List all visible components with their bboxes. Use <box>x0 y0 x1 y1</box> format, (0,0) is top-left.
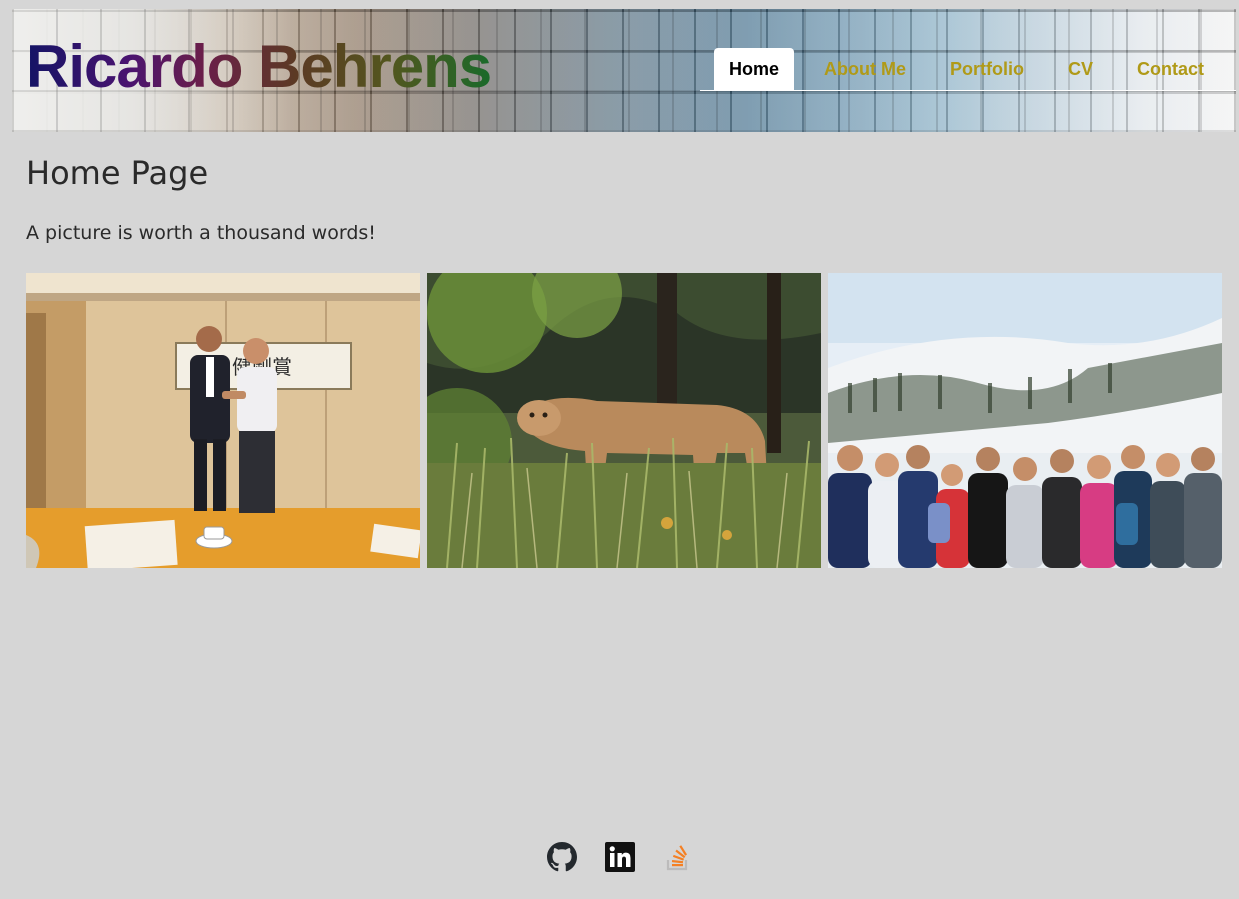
github-icon[interactable] <box>546 841 577 873</box>
ski-group-photo-image <box>828 273 1222 568</box>
mountain-lion-photo-image <box>427 273 821 568</box>
stackoverflow-icon[interactable] <box>663 841 693 873</box>
social-footer <box>0 841 1239 875</box>
handshake-photo-image: 健剛賞 <box>26 273 420 568</box>
header-banner: Ricardo Behrens Home About Me Portfolio … <box>12 9 1236 132</box>
nav-home[interactable]: Home <box>714 48 795 90</box>
gallery-photo-handshake[interactable]: 健剛賞 <box>26 273 420 568</box>
linkedin-icon[interactable] <box>604 841 635 873</box>
gallery-photo-ski-group[interactable] <box>828 273 1222 568</box>
main-nav: Home About Me Portfolio CV Contact <box>700 48 1236 91</box>
gallery-photo-mountain-lion[interactable] <box>427 273 821 568</box>
nav-portfolio[interactable]: Portfolio <box>928 48 1046 90</box>
nav-about-me[interactable]: About Me <box>802 48 928 90</box>
photo-gallery: 健剛賞 <box>26 273 1222 568</box>
nav-contact[interactable]: Contact <box>1115 48 1226 90</box>
page-subtitle: A picture is worth a thousand words! <box>26 222 376 244</box>
nav-cv[interactable]: CV <box>1046 48 1115 90</box>
site-brand[interactable]: Ricardo Behrens <box>26 37 492 97</box>
page-title: Home Page <box>26 154 209 192</box>
